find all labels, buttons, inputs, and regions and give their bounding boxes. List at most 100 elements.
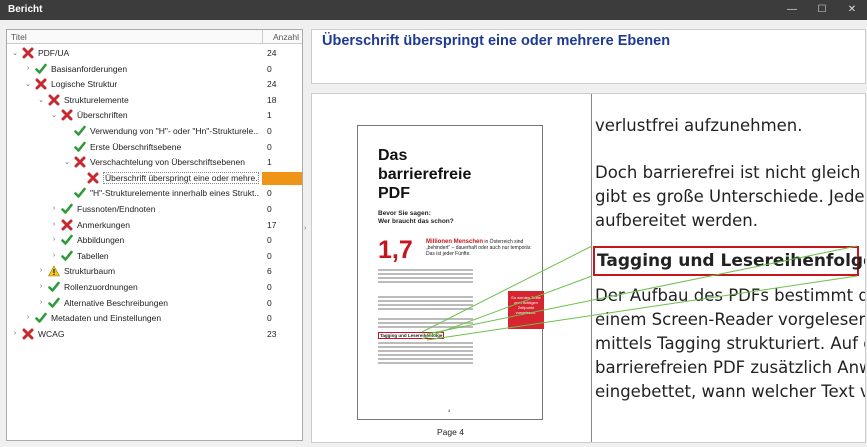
expand-open-icon[interactable]: ⌄ <box>63 158 71 166</box>
tree-row[interactable]: › Abbildungen 0 <box>7 233 302 249</box>
tree-row-label: Logische Struktur <box>51 79 118 90</box>
tree-row[interactable]: › Rollenzuordnungen 0 <box>7 280 302 296</box>
cross-icon <box>87 172 99 184</box>
tree-row-count: 0 <box>267 235 272 246</box>
tree-row-count <box>262 171 302 185</box>
expand-open-icon[interactable]: ⌄ <box>24 80 32 88</box>
tree-row[interactable]: › Strukturbaum 6 <box>7 264 302 280</box>
expand-closed-icon[interactable]: › <box>37 283 45 290</box>
tree-row[interactable]: › Metadaten und Einstellungen 0 <box>7 311 302 327</box>
tree-row-label: Überschriften <box>77 110 128 121</box>
expand-closed-icon[interactable]: › <box>50 236 58 243</box>
tree-row[interactable]: "H"-Strukturelemente innerhalb eines Str… <box>7 186 302 202</box>
title-bar: Bericht — ☐ ✕ <box>0 0 867 20</box>
window-title: Bericht <box>8 4 43 15</box>
column-title[interactable]: Titel <box>11 32 27 42</box>
tree-row-label: PDF/UA <box>38 48 70 58</box>
tree-row-label: Strukturelemente <box>64 94 129 105</box>
check-icon <box>48 281 60 293</box>
report-tree[interactable]: Titel Anzahl ⌄ PDF/UA 24 › Basisanforderunge… <box>6 29 303 441</box>
check-icon <box>61 250 73 262</box>
tree-row-label: "H"-Strukturelemente innerhalb eines Str… <box>90 188 259 199</box>
cross-icon <box>48 94 60 106</box>
tree-row-label: Tabellen <box>77 250 109 261</box>
minimize-button[interactable]: — <box>777 0 807 20</box>
tree-row-count: 17 <box>267 219 277 230</box>
connector-lines <box>421 245 858 341</box>
check-icon <box>35 312 47 324</box>
cross-icon <box>35 78 47 90</box>
tree-row-count: 24 <box>267 79 277 90</box>
tree-row[interactable]: › Basisanforderungen 0 <box>7 62 302 78</box>
tree-row-label: Strukturbaum <box>64 266 116 277</box>
tree-row-count: 0 <box>267 204 272 214</box>
check-icon <box>61 203 73 215</box>
check-icon <box>48 297 60 309</box>
tree-row[interactable]: ⌄ PDF/UA 24 <box>7 46 302 62</box>
tree-row-label: Erste Überschriftsebene <box>90 141 182 152</box>
cross-icon <box>22 328 34 340</box>
tree-row-count: 1 <box>267 110 272 121</box>
expand-open-icon[interactable]: ⌄ <box>37 96 45 104</box>
check-icon <box>74 141 86 153</box>
check-icon <box>61 234 73 246</box>
check-icon <box>74 125 86 137</box>
tree-row[interactable]: ⌄ Strukturelemente 18 <box>7 93 302 109</box>
tree-row[interactable]: › Tabellen 0 <box>7 249 302 265</box>
tree-row[interactable]: ⌄ Überschriften 1 <box>7 108 302 124</box>
tree-header: Titel Anzahl <box>7 30 302 44</box>
connector-line <box>426 245 858 335</box>
tree-row-count: 24 <box>267 48 277 58</box>
tree-row[interactable]: ⌄ Logische Struktur 24 <box>7 77 302 93</box>
cross-icon <box>22 47 34 59</box>
tree-row-count: 0 <box>267 297 272 308</box>
tree-row-label: Rollenzuordnungen <box>64 282 138 292</box>
tree-row[interactable]: › Fussnoten/Endnoten 0 <box>7 202 302 218</box>
expand-closed-icon[interactable]: › <box>50 205 58 212</box>
tree-row[interactable]: › WCAG 23 <box>7 327 302 343</box>
tree-row-label: Abbildungen <box>77 235 125 246</box>
expand-open-icon[interactable]: ⌄ <box>11 49 19 57</box>
cross-icon <box>61 219 73 231</box>
cross-icon <box>61 109 73 121</box>
detail-panel: Überschrift überspringt eine oder mehrer… <box>311 29 866 84</box>
tree-row[interactable]: Verwendung von "H"- oder "Hn"-Strukturel… <box>7 124 302 140</box>
tree-row-label: Alternative Beschreibungen <box>64 297 168 308</box>
tree-row[interactable]: › Anmerkungen 17 <box>7 218 302 234</box>
tree-row[interactable]: Erste Überschriftsebene 0 <box>7 140 302 156</box>
tree-row-count: 0 <box>267 141 272 152</box>
tree-row-count: 23 <box>267 328 277 339</box>
expand-open-icon[interactable]: ⌄ <box>50 111 58 119</box>
maximize-button[interactable]: ☐ <box>807 0 837 20</box>
expand-closed-icon[interactable]: › <box>11 330 19 337</box>
expand-closed-icon[interactable]: › <box>50 221 58 228</box>
tree-row-label: Metadaten und Einstellungen <box>51 313 162 324</box>
tree-row-label: Basisanforderungen <box>51 63 128 74</box>
tree-row-count: 0 <box>267 313 272 324</box>
tree-row[interactable]: ⌄ Verschachtelung von Überschriftsebenen 1 <box>7 155 302 171</box>
expand-closed-icon[interactable]: › <box>24 65 32 72</box>
preview-panel: Das barrierefreie PDF Bevor Sie sagen: W… <box>311 93 866 443</box>
expand-closed-icon[interactable]: › <box>50 252 58 259</box>
detail-heading: Überschrift überspringt eine oder mehrer… <box>322 33 671 49</box>
tree-row-count: 0 <box>267 250 272 261</box>
tree-row-label: WCAG <box>38 328 65 339</box>
tree-row-count: 6 <box>267 266 272 277</box>
tree-row-label: Fussnoten/Endnoten <box>77 204 156 214</box>
tree-row-count: 0 <box>267 126 272 136</box>
splitter-arrow-icon[interactable]: › <box>304 225 309 232</box>
close-button[interactable]: ✕ <box>837 0 867 20</box>
check-icon <box>35 63 47 75</box>
column-separator[interactable] <box>262 30 263 44</box>
expand-closed-icon[interactable]: › <box>37 267 45 274</box>
tree-row-count: 1 <box>267 157 272 168</box>
expand-closed-icon[interactable]: › <box>37 299 45 306</box>
tree-row[interactable]: Überschrift überspringt eine oder mehre.… <box>7 171 302 187</box>
column-count[interactable]: Anzahl <box>273 32 299 42</box>
expand-closed-icon[interactable]: › <box>24 314 32 321</box>
tree-row[interactable]: › Alternative Beschreibungen 0 <box>7 296 302 312</box>
tree-row-count: 0 <box>267 188 272 199</box>
connector-line <box>426 275 858 341</box>
warning-icon <box>47 265 61 277</box>
tree-row-label: Verwendung von "H"- oder "Hn"-Strukturel… <box>90 126 259 136</box>
